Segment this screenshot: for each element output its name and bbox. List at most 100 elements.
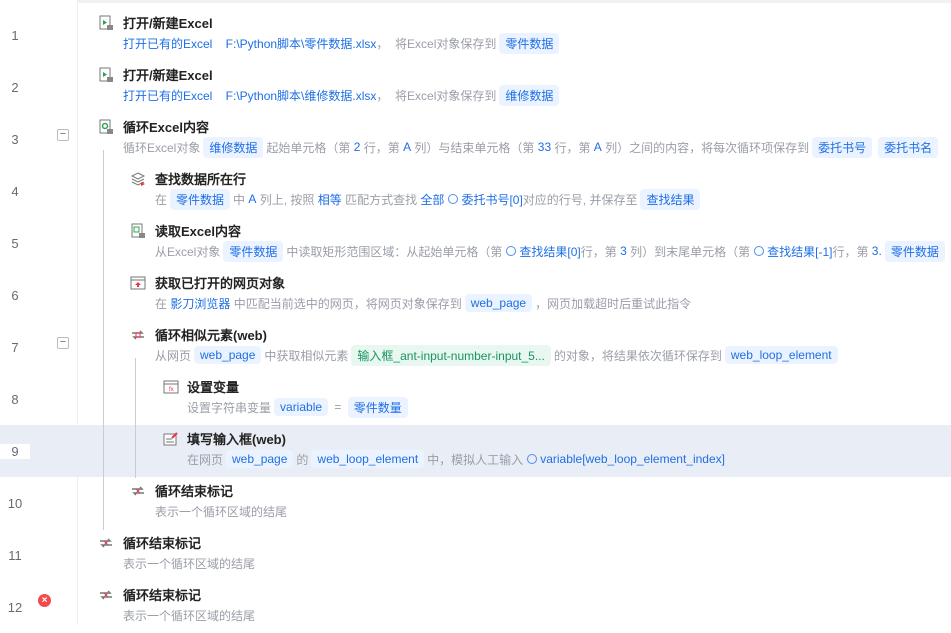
step-description: 表示一个循环区域的结尾 bbox=[123, 605, 255, 625]
desc-text: 起始单元格（第 bbox=[266, 140, 354, 155]
flow-step-row[interactable]: 4 查找数据所在行在零件数据中 A 列上, 按照 相等 匹配方式查找 全部 委托书号… bbox=[0, 165, 951, 217]
variable-chip[interactable]: 委托书号 bbox=[812, 136, 873, 158]
flow-step-row[interactable]: 6 获取已打开的网页对象在 影刀浏览器 中匹配当前选中的网页，将网页对象保存到 we… bbox=[0, 269, 951, 321]
variable-chip[interactable]: variable bbox=[274, 398, 329, 416]
line-number: 8 bbox=[11, 392, 19, 407]
step-title: 设置变量 bbox=[187, 380, 240, 395]
desc-text: 中匹配当前选中的网页，将网页对象保存到 bbox=[230, 296, 462, 311]
step-title: 打开/新建Excel bbox=[123, 68, 213, 83]
step-description: 在 影刀浏览器 中匹配当前选中的网页，将网页对象保存到 web_page ，网页加载… bbox=[155, 293, 691, 313]
desc-text: 在 bbox=[155, 296, 171, 311]
desc-text: 循环Excel对象 bbox=[123, 140, 201, 155]
step-title: 循环Excel内容 bbox=[123, 120, 209, 135]
flow-step-row[interactable]: 2 打开/新建Excel 打开已有的Excel F:\Python脚本\维修数据.x… bbox=[0, 61, 951, 113]
flow-step-row[interactable]: 3 − 循环Excel内容 循环Excel对象 维修数据 起始单元格（第 2 行，第 A … bbox=[0, 113, 951, 165]
variable-chip[interactable]: 维修数据 bbox=[203, 136, 264, 158]
desc-value: 打开已有的Excel F:\Python脚本\零件数据.xlsx bbox=[123, 36, 377, 51]
desc-value: 全部 bbox=[420, 192, 445, 207]
variable-icon bbox=[754, 246, 765, 256]
desc-text: 行，第 bbox=[360, 140, 404, 155]
desc-text: 从Excel对象 bbox=[155, 244, 221, 259]
desc-value: 打开已有的Excel F:\Python脚本\维修数据.xlsx bbox=[123, 88, 377, 103]
step-title: 打开/新建Excel bbox=[123, 16, 213, 31]
step-description: 打开已有的Excel F:\Python脚本\维修数据.xlsx， 将Excel… bbox=[123, 84, 562, 106]
line-number: 6 bbox=[11, 288, 19, 303]
line-number: 7 bbox=[11, 340, 19, 355]
desc-text: 行，第 bbox=[832, 244, 872, 259]
desc-text: 中获取相似元素 bbox=[264, 348, 349, 363]
loop-end-icon bbox=[100, 538, 112, 548]
line-number: 11 bbox=[8, 548, 22, 563]
step-title: 填写输入框(web) bbox=[187, 432, 286, 447]
error-icon[interactable]: × bbox=[38, 594, 51, 607]
step-description: 从网页 web_page 中获取相似元素 输入框_ant-input-number-i… bbox=[155, 344, 841, 366]
desc-value: 3. bbox=[871, 244, 882, 258]
desc-text: 在 bbox=[155, 192, 168, 207]
variable-chip[interactable]: 零件数据 bbox=[170, 188, 231, 210]
desc-text: 列上, 按照 bbox=[256, 192, 318, 207]
step-title: 获取已打开的网页对象 bbox=[155, 276, 286, 291]
desc-value: 相等 bbox=[317, 192, 342, 207]
excel-open-icon bbox=[99, 15, 113, 30]
desc-text: 设置字符串变量 bbox=[187, 400, 272, 415]
top-divider bbox=[78, 0, 951, 3]
flow-step-row[interactable]: 12 × 循环结束标记 表示一个循环区域的结尾 bbox=[0, 581, 951, 633]
desc-value: A bbox=[403, 140, 412, 154]
desc-value: 查找结果[0] bbox=[519, 244, 581, 259]
flow-step-row[interactable]: 8 fx 设置变量设置字符串变量 variable = 零件数量 bbox=[0, 373, 951, 425]
step-description: 循环Excel对象 维修数据 起始单元格（第 2 行，第 A 列）与结束单元格（第 … bbox=[123, 136, 941, 158]
loop-icon bbox=[132, 330, 144, 340]
variable-chip[interactable]: web_page bbox=[194, 346, 262, 364]
variable-chip[interactable]: 零件数据 bbox=[223, 240, 284, 262]
collapse-toggle[interactable]: − bbox=[57, 129, 69, 141]
desc-text: 行，第 bbox=[551, 140, 594, 155]
desc-text: 的 bbox=[296, 452, 309, 467]
variable-chip[interactable]: web_loop_element bbox=[724, 346, 838, 364]
flow-step-row[interactable]: 11 循环结束标记 表示一个循环区域的结尾 bbox=[0, 529, 951, 581]
variable-chip[interactable]: 维修数据 bbox=[499, 84, 560, 106]
fill-input-icon bbox=[163, 432, 178, 446]
line-number: 5 bbox=[11, 236, 19, 251]
collapse-toggle[interactable]: − bbox=[57, 337, 69, 349]
desc-text: ， 将Excel对象保存到 bbox=[376, 36, 497, 51]
line-number: 1 bbox=[11, 28, 19, 43]
desc-text: ， 将Excel对象保存到 bbox=[376, 88, 497, 103]
variable-chip[interactable]: 查找结果 bbox=[640, 188, 701, 210]
step-title: 循环结束标记 bbox=[123, 536, 202, 551]
excel-open-icon bbox=[99, 67, 113, 82]
flow-step-row[interactable]: 7− 循环相似元素(web) 从网页 web_page 中获取相似元素 输入框_ant-i… bbox=[0, 321, 951, 373]
step-description: 打开已有的Excel F:\Python脚本\零件数据.xlsx， 将Excel… bbox=[123, 32, 562, 54]
flow-step-row[interactable]: 1 打开/新建Excel 打开已有的Excel F:\Python脚本\零件数据.x… bbox=[0, 9, 951, 61]
desc-value: 委托书号[0] bbox=[461, 192, 523, 207]
line-number: 9 bbox=[0, 444, 30, 459]
desc-text: 表示一个循环区域的结尾 bbox=[155, 504, 288, 519]
variable-chip[interactable]: 零件数据 bbox=[884, 240, 945, 262]
step-title: 循环结束标记 bbox=[123, 588, 202, 603]
loop-end-icon bbox=[132, 486, 144, 496]
loop-end-icon bbox=[100, 590, 112, 600]
variable-chip[interactable]: 零件数量 bbox=[347, 396, 408, 418]
desc-value: 2 bbox=[353, 140, 361, 154]
desc-text: 列）与结束单元格（第 bbox=[411, 140, 538, 155]
desc-text: 对应的行号, 并保存至 bbox=[522, 192, 638, 207]
set-variable-icon: fx bbox=[163, 380, 179, 394]
desc-text: = bbox=[331, 400, 345, 414]
variable-chip[interactable]: 零件数据 bbox=[499, 32, 560, 54]
variable-chip[interactable]: 委托书名 bbox=[878, 136, 939, 158]
desc-text: 表示一个循环区域的结尾 bbox=[123, 608, 256, 623]
flow-step-row[interactable]: 5 读取Excel内容 从Excel对象 零件数据 中读取矩形范围区域：从起始单元格（第… bbox=[0, 217, 951, 269]
desc-text: 列）到末尾单元格（第 bbox=[626, 244, 751, 259]
variable-chip[interactable]: web_loop_element bbox=[311, 450, 425, 468]
variable-chip[interactable]: web_page bbox=[226, 450, 294, 468]
desc-value: 3 bbox=[620, 244, 627, 258]
variable-icon bbox=[506, 246, 517, 256]
step-title: 读取Excel内容 bbox=[155, 224, 241, 239]
desc-text: 中读取矩形范围区域：从起始单元格（第 bbox=[286, 244, 503, 259]
desc-text: 从网页 bbox=[155, 348, 192, 363]
flow-step-row[interactable]: 10 循环结束标记 表示一个循环区域的结尾 bbox=[0, 477, 951, 529]
loop-guide-line bbox=[103, 150, 104, 530]
variable-chip[interactable]: web_page bbox=[464, 294, 533, 312]
step-title: 查找数据所在行 bbox=[155, 172, 247, 187]
element-chip[interactable]: 输入框_ant-input-number-input_5... bbox=[351, 344, 551, 366]
flow-step-row[interactable]: 9 填写输入框(web) 在网页 web_page 的 web_loop_element 中… bbox=[0, 425, 951, 477]
